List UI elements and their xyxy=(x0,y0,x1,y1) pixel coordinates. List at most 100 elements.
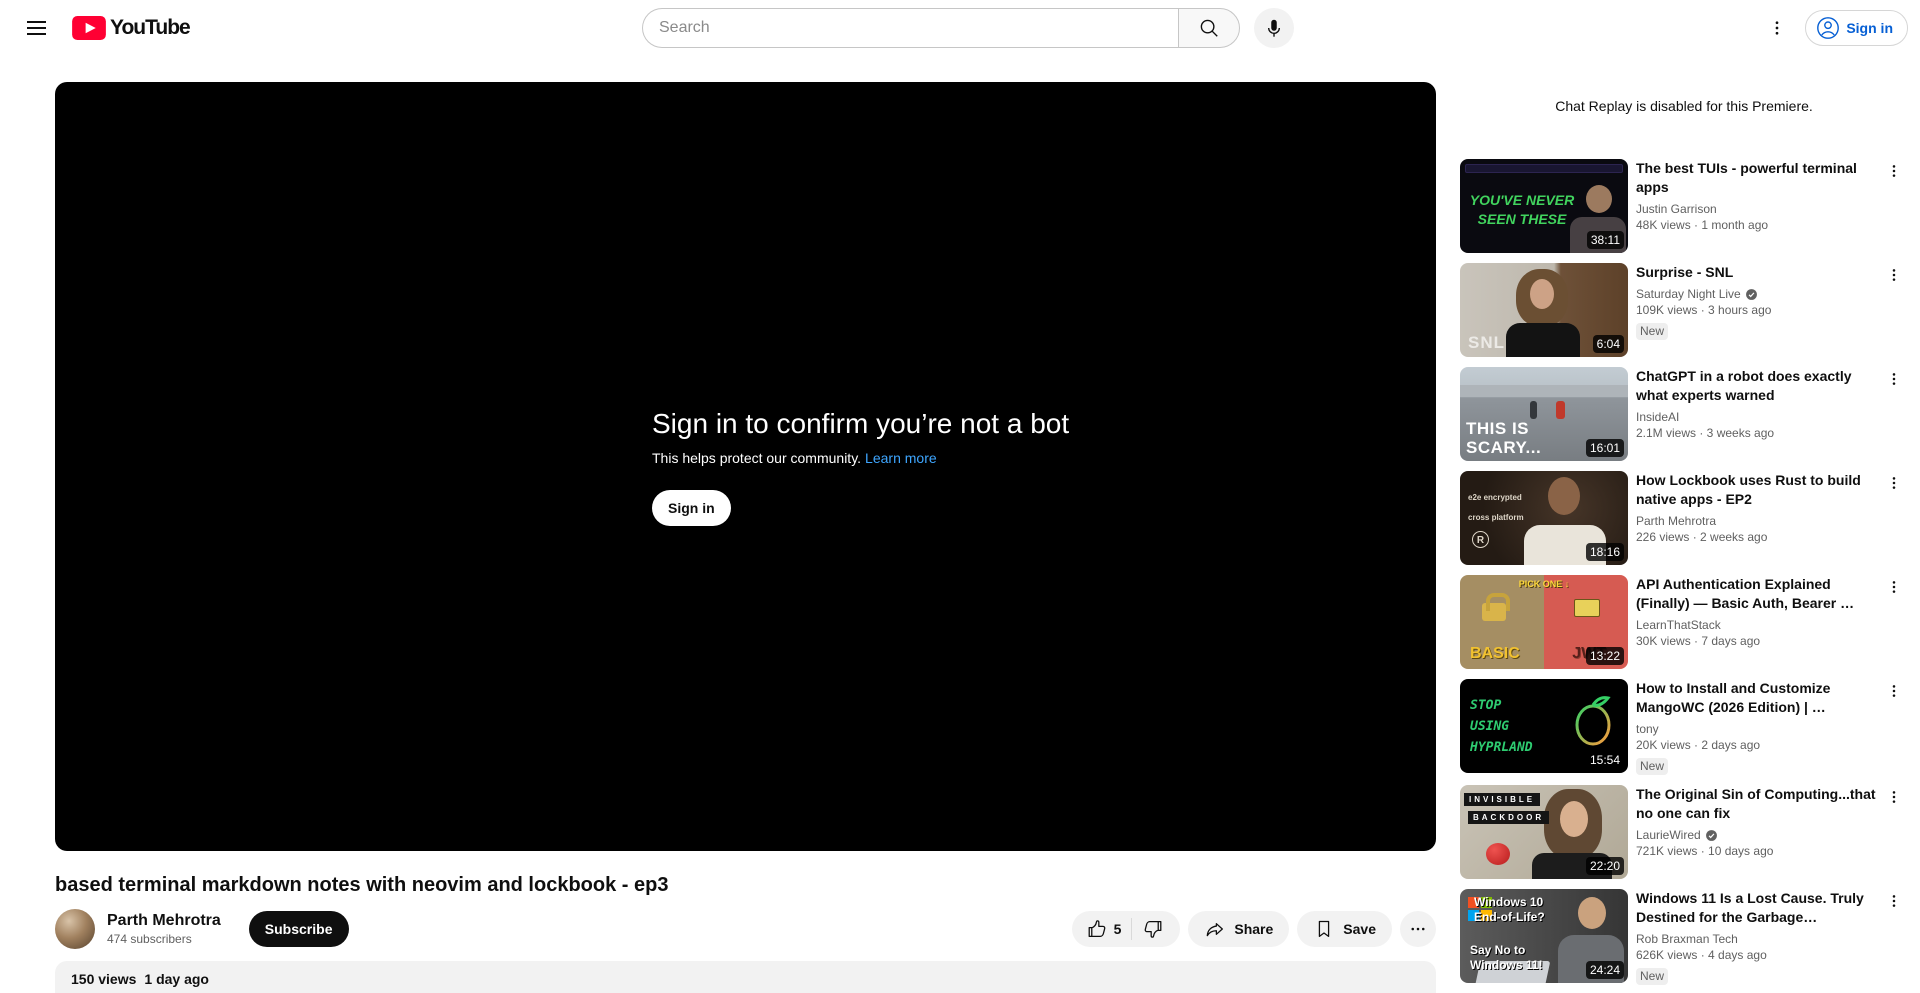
related-video[interactable]: YOU'VE NEVER SEEN THESE 38:11 The best TU… xyxy=(1460,159,1908,253)
verified-icon xyxy=(1745,288,1757,300)
video-thumbnail[interactable]: PICK ONE ↓ BASIC JWT 13:22 xyxy=(1460,575,1628,669)
youtube-logo[interactable]: YouTube xyxy=(72,16,191,40)
related-sidebar: Chat Replay is disabled for this Premier… xyxy=(1460,82,1908,993)
video-stats: 48K views · 1 month ago xyxy=(1636,218,1769,232)
more-vertical-icon xyxy=(1892,685,1896,697)
like-icon xyxy=(1086,918,1108,940)
more-vertical-icon xyxy=(1892,165,1896,177)
video-stats: 226 views · 2 weeks ago xyxy=(1636,530,1768,544)
video-thumbnail[interactable]: SNL 6:04 xyxy=(1460,263,1628,357)
video-title[interactable]: API Authentication Explained (Finally) —… xyxy=(1636,575,1880,613)
related-video[interactable]: PICK ONE ↓ BASIC JWT 13:22 API Authentic… xyxy=(1460,575,1908,669)
video-channel[interactable]: InsideAI xyxy=(1636,409,1880,425)
video-thumbnail[interactable]: INVISIBLE BACKDOOR 22:20 xyxy=(1460,785,1628,879)
video-channel[interactable]: Rob Braxman Tech xyxy=(1636,931,1880,947)
related-video[interactable]: Windows 10 End-of-Life? Say No to Windows … xyxy=(1460,889,1908,985)
save-icon xyxy=(1313,918,1335,940)
new-badge: New xyxy=(1636,758,1669,775)
video-title[interactable]: How to Install and Customize MangoWC (20… xyxy=(1636,679,1880,717)
video-thumbnail[interactable]: STOP USING HYPRLAND 15:54 xyxy=(1460,679,1628,773)
video-stats: 20K views · 2 days ago xyxy=(1636,738,1761,752)
more-options-button[interactable] xyxy=(1757,8,1797,48)
video-player[interactable]: Sign in to confirm you’re not a bot This… xyxy=(55,82,1436,851)
voice-search-button[interactable] xyxy=(1254,8,1294,48)
subscribe-button[interactable]: Subscribe xyxy=(248,911,349,947)
primary-column: Sign in to confirm you’re not a bot This… xyxy=(55,82,1436,993)
related-video[interactable]: e2e encrypted cross platform R 18:16 How… xyxy=(1460,471,1908,565)
video-title[interactable]: How Lockbook uses Rust to build native a… xyxy=(1636,471,1880,509)
more-vertical-icon xyxy=(1892,581,1896,593)
related-video[interactable]: THIS IS SCARY... 16:01 ChatGPT in a robot… xyxy=(1460,367,1908,461)
video-thumbnail[interactable]: Windows 10 End-of-Life? Say No to Windows … xyxy=(1460,889,1628,983)
dislike-icon xyxy=(1142,918,1164,940)
video-menu-button[interactable] xyxy=(1882,471,1906,495)
video-title[interactable]: The best TUIs - powerful terminal apps xyxy=(1636,159,1880,197)
video-stats: 109K views · 3 hours ago xyxy=(1636,303,1772,317)
search-button[interactable] xyxy=(1178,8,1240,48)
video-channel[interactable]: Saturday Night Live xyxy=(1636,286,1771,302)
bot-check-subtext: This helps protect our community. Learn m… xyxy=(652,449,937,466)
video-menu-button[interactable] xyxy=(1882,679,1906,703)
search-input[interactable] xyxy=(642,8,1178,48)
video-actions: 5 Share Save xyxy=(1071,911,1436,947)
learn-more-link[interactable]: Learn more xyxy=(865,450,937,466)
duration-badge: 22:20 xyxy=(1585,857,1624,875)
new-badge: New xyxy=(1636,968,1669,985)
video-menu-button[interactable] xyxy=(1882,575,1906,599)
video-channel[interactable]: Parth Mehrotra xyxy=(1636,513,1880,529)
video-thumbnail[interactable]: e2e encrypted cross platform R 18:16 xyxy=(1460,471,1628,565)
video-channel[interactable]: tony xyxy=(1636,721,1880,737)
save-button[interactable]: Save xyxy=(1297,911,1392,947)
video-menu-button[interactable] xyxy=(1882,263,1906,287)
video-menu-button[interactable] xyxy=(1882,785,1906,809)
video-menu-button[interactable] xyxy=(1882,367,1906,391)
channel-avatar[interactable] xyxy=(55,909,95,949)
youtube-wordmark: YouTube xyxy=(110,16,191,39)
share-button[interactable]: Share xyxy=(1188,911,1290,947)
description-box[interactable]: 150 views 1 day ago xyxy=(55,961,1436,993)
youtube-play-icon xyxy=(72,16,106,40)
video-meta-row: Parth Mehrotra 474 subscribers Subscribe… xyxy=(55,909,1436,949)
dislike-button[interactable] xyxy=(1132,911,1180,947)
video-title[interactable]: Surprise - SNL xyxy=(1636,263,1771,282)
menu-button[interactable] xyxy=(16,8,56,48)
video-stats: 626K views · 4 days ago xyxy=(1636,948,1767,962)
video-menu-button[interactable] xyxy=(1882,889,1906,913)
video-title[interactable]: The Original Sin of Computing...that no … xyxy=(1636,785,1880,823)
video-channel[interactable]: LaurieWired xyxy=(1636,827,1880,843)
video-channel[interactable]: Justin Garrison xyxy=(1636,201,1880,217)
related-video[interactable]: INVISIBLE BACKDOOR 22:20 The Original Si… xyxy=(1460,785,1908,879)
more-vertical-icon xyxy=(1768,19,1786,37)
channel-name[interactable]: Parth Mehrotra xyxy=(107,911,221,931)
page-content: Sign in to confirm you’re not a bot This… xyxy=(0,56,1920,993)
video-title[interactable]: Windows 11 Is a Lost Cause. Truly Destin… xyxy=(1636,889,1880,927)
like-button[interactable]: 5 xyxy=(1072,911,1132,947)
video-stats: 2.1M views · 3 weeks ago xyxy=(1636,426,1775,440)
verified-icon xyxy=(1705,829,1717,841)
like-count: 5 xyxy=(1113,921,1122,937)
video-thumbnail[interactable]: THIS IS SCARY... 16:01 xyxy=(1460,367,1628,461)
duration-badge: 16:01 xyxy=(1585,439,1624,457)
related-video[interactable]: SNL 6:04 Surprise - SNL Saturday Night L… xyxy=(1460,263,1908,357)
video-channel[interactable]: LearnThatStack xyxy=(1636,617,1880,633)
video-title[interactable]: ChatGPT in a robot does exactly what exp… xyxy=(1636,367,1880,405)
share-icon xyxy=(1204,918,1226,940)
chat-replay-notice: Chat Replay is disabled for this Premier… xyxy=(1555,98,1813,114)
sign-in-button[interactable]: Sign in xyxy=(1805,10,1908,46)
video-menu-button[interactable] xyxy=(1882,159,1906,183)
video-thumbnail[interactable]: YOU'VE NEVER SEEN THESE 38:11 xyxy=(1460,159,1628,253)
subscriber-count: 474 subscribers xyxy=(107,932,192,946)
tomato-icon xyxy=(1486,843,1510,865)
search-icon xyxy=(1198,17,1220,39)
related-video[interactable]: STOP USING HYPRLAND 15:54 How to Install a… xyxy=(1460,679,1908,775)
more-actions-button[interactable] xyxy=(1400,911,1436,947)
more-vertical-icon xyxy=(1892,477,1896,489)
video-stats: 30K views · 7 days ago xyxy=(1636,634,1761,648)
view-count: 150 views xyxy=(71,971,137,987)
search-bar xyxy=(642,8,1294,48)
player-sign-in-button[interactable]: Sign in xyxy=(652,489,731,526)
channel-info: Parth Mehrotra 474 subscribers Subscribe xyxy=(55,909,349,949)
video-page-title: based terminal markdown notes with neovi… xyxy=(55,874,669,896)
person-icon xyxy=(1816,16,1840,40)
duration-badge: 38:11 xyxy=(1586,231,1624,249)
